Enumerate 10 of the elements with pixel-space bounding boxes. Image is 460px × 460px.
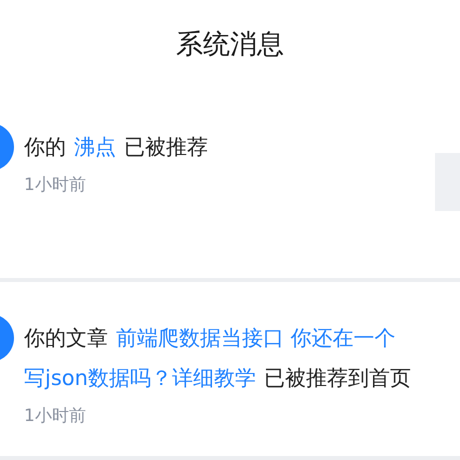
message-text: 你的: [24, 134, 66, 161]
message-text: 已被推荐到首页: [264, 365, 411, 392]
message-text: 你的文章: [24, 325, 108, 352]
page-title: 系统消息: [176, 28, 284, 62]
timestamp: 1小时前: [24, 174, 86, 197]
article-link[interactable]: 沸点: [74, 127, 116, 167]
message-text: 已被推荐: [124, 134, 208, 161]
timestamp: 1小时前: [24, 405, 86, 428]
article-link[interactable]: 写json数据吗？详细教学: [24, 358, 256, 398]
article-link[interactable]: 前端爬数据当接口 你还在一个: [116, 318, 396, 358]
